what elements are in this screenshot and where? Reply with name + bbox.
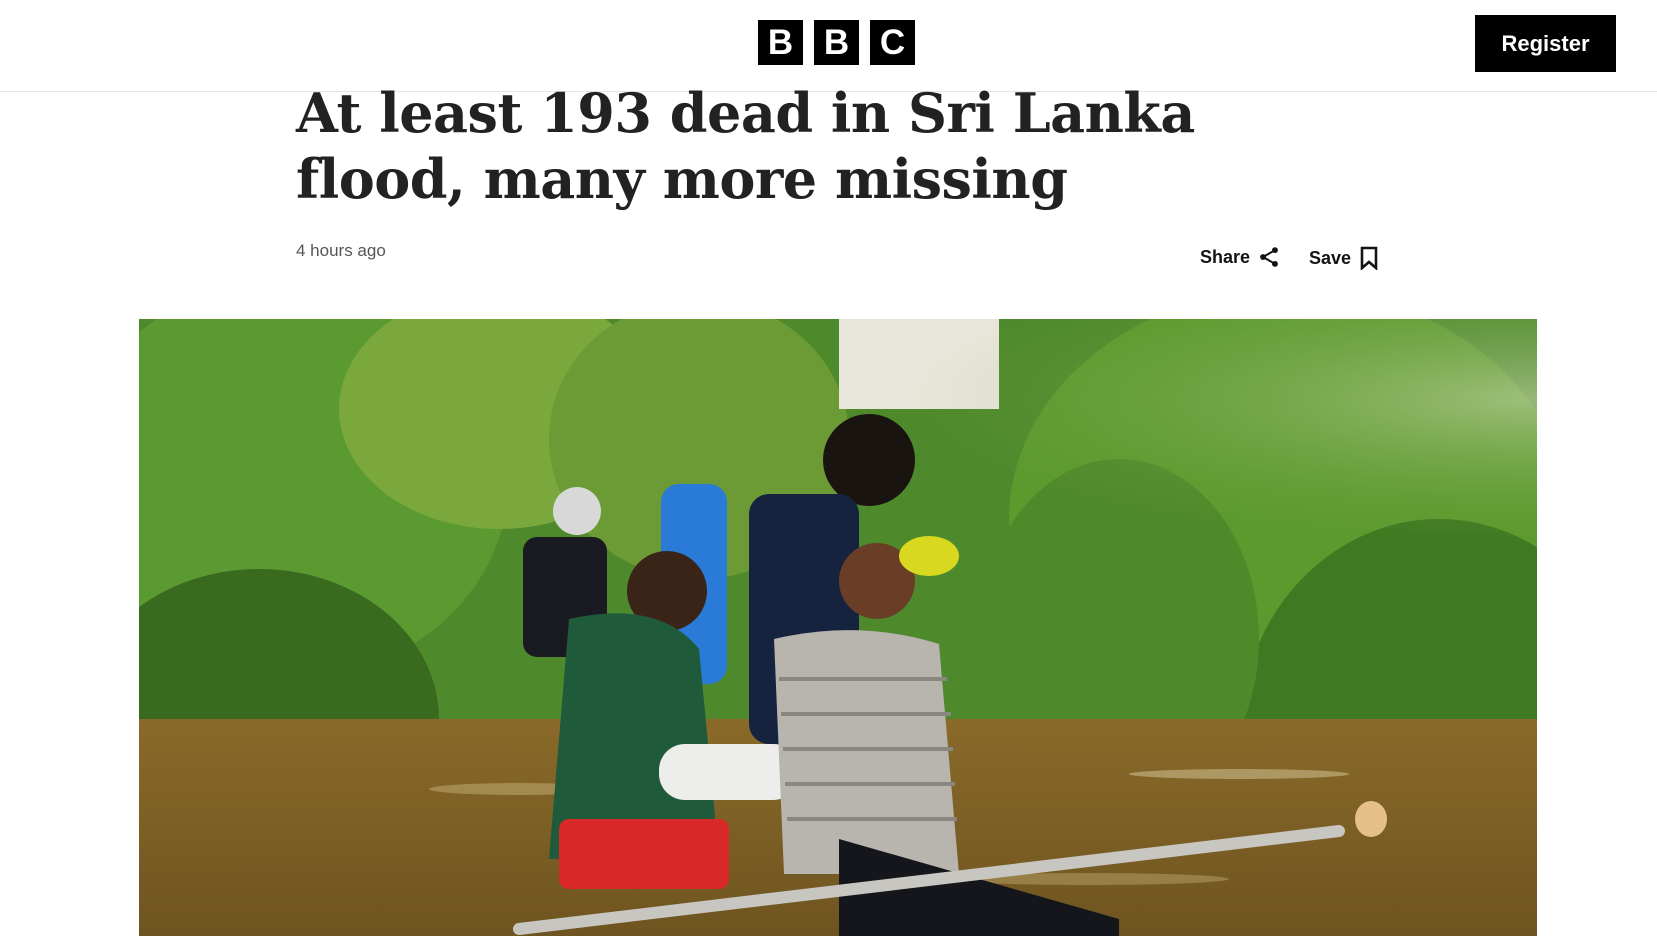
share-icon	[1258, 246, 1280, 268]
flood-scene-illustration	[139, 319, 1537, 936]
save-button[interactable]: Save	[1309, 246, 1379, 270]
register-button[interactable]: Register	[1475, 15, 1616, 72]
logo-letter-b1: B	[758, 20, 803, 65]
logo-letter-c: C	[870, 20, 915, 65]
save-label: Save	[1309, 247, 1352, 268]
article-timestamp: 4 hours ago	[296, 241, 386, 260]
logo-letter-b2: B	[814, 20, 859, 65]
bbc-logo[interactable]: B B C	[758, 20, 915, 65]
share-label: Share	[1200, 246, 1251, 267]
bookmark-icon	[1359, 246, 1379, 270]
hero-photo	[139, 319, 1537, 936]
site-header: B B C Register	[0, 0, 1657, 92]
article-headline: At least 193 dead in Sri Lanka flood, ma…	[296, 81, 1195, 211]
share-button[interactable]: Share	[1200, 246, 1280, 268]
